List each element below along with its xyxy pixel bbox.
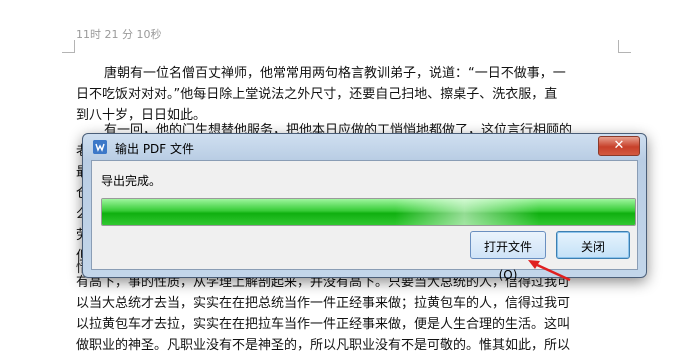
dialog-body: 导出完成。 打开文件(O) 关闭 (91, 160, 638, 282)
progress-sheen (102, 199, 635, 225)
progress-bar (101, 198, 636, 226)
close-icon[interactable]: ✕ (598, 136, 640, 156)
close-button[interactable]: 关闭 (556, 231, 630, 259)
export-pdf-dialog: 输出 PDF 文件 ✕ 导出完成。 打开文件(O) 关闭 (82, 133, 647, 282)
annotation-arrow-icon (528, 260, 571, 282)
paragraph-line: 以当大总统才去当，实实在在把总统当作一件正经事来做；拉黄包车的人，信得过我可 (76, 296, 571, 311)
status-message: 导出完成。 (101, 174, 162, 188)
paragraph-line: 做职业的神圣。凡职业没有不是神圣的，所以凡职业没有不是可敬的。惟其如此，所以 (76, 338, 571, 353)
paragraph-line: 日不吃饭对对对。”他每日除上堂说法之外尺寸，还要自己扫地、擦桌子、洗衣服，直 (76, 87, 558, 102)
page-corner-mark-left (62, 40, 75, 53)
dialog-title-bar[interactable]: 输出 PDF 文件 ✕ (83, 134, 646, 160)
wps-writer-icon (93, 140, 107, 154)
paragraph-line: 以拉黄包车才去拉，实实在在把拉车当作一件正经事来做，便是人生合理的生活。这叫 (76, 317, 571, 332)
paragraph-3: 有高下，事的性质，从学理上解剖起来，并没有高下。只要当大总统的人，信得过我可 以… (76, 272, 636, 356)
header-time: 11时 21 分 10秒 (76, 28, 162, 41)
paragraph-1: 唐朝有一位名僧百丈禅师，他常常用两句格言教训弟子，说道：“一日不做事，一 日不吃… (76, 63, 636, 126)
paragraph-line: 唐朝有一位名僧百丈禅师，他常常用两句格言教训弟子，说道：“一日不做事，一 (104, 66, 566, 81)
dialog-title: 输出 PDF 文件 (115, 142, 195, 156)
page-corner-mark-right (618, 40, 631, 53)
open-file-button[interactable]: 打开文件(O) (470, 231, 546, 282)
